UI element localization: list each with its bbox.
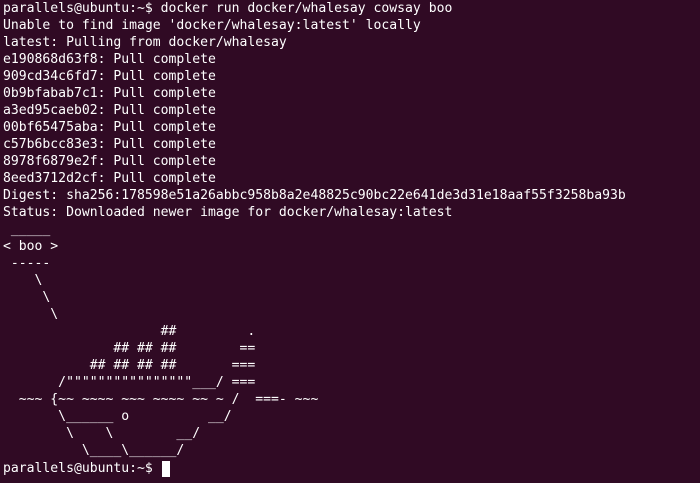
layer-pull-line: e190868d63f8: Pull complete xyxy=(3,52,216,67)
ascii-whale-line: \ \ __/ xyxy=(3,426,201,441)
layer-pull-line: 909cd34c6fd7: Pull complete xyxy=(3,69,216,84)
layer-pull-line: 8eed3712d2cf: Pull complete xyxy=(3,171,216,186)
cowsay-bubble-bottom: ----- xyxy=(3,256,51,271)
ascii-art-line: \ xyxy=(3,290,51,305)
digest-line: Digest: sha256:178598e51a26abbc958b8a2e4… xyxy=(3,188,626,203)
terminal-window[interactable]: parallels@ubuntu:~$ docker run docker/wh… xyxy=(0,0,700,483)
prompt-line[interactable]: parallels@ubuntu:~$ xyxy=(3,460,170,478)
layer-pull-line: a3ed95caeb02: Pull complete xyxy=(3,103,216,118)
output-line: Unable to find image 'docker/whalesay:la… xyxy=(3,18,421,33)
cowsay-bubble-top: _____ xyxy=(3,222,51,237)
ascii-whale-line: ~~~ {~~ ~~~~ ~~~ ~~~~ ~~ ~ / ===- ~~~ xyxy=(3,392,319,407)
ascii-whale-line: /""""""""""""""""___/ === xyxy=(3,375,256,390)
ascii-whale-line: ## . xyxy=(3,324,256,339)
output-line: latest: Pulling from docker/whalesay xyxy=(3,35,287,50)
layer-pull-line: 8978f6879e2f: Pull complete xyxy=(3,154,216,169)
ascii-art-line: \ xyxy=(3,273,43,288)
command-line: parallels@ubuntu:~$ docker run docker/wh… xyxy=(3,1,453,16)
ascii-whale-line: ## ## ## == xyxy=(3,341,256,356)
layer-pull-line: c57b6bcc83e3: Pull complete xyxy=(3,137,216,152)
status-line: Status: Downloaded newer image for docke… xyxy=(3,205,453,220)
terminal-output: parallels@ubuntu:~$ docker run docker/wh… xyxy=(3,0,698,459)
layer-pull-line: 00bf65475aba: Pull complete xyxy=(3,120,216,135)
shell-prompt: parallels@ubuntu:~$ xyxy=(3,461,161,476)
ascii-whale-line: ## ## ## ## === xyxy=(3,358,256,373)
text-cursor[interactable] xyxy=(161,461,170,477)
ascii-art-line: \ xyxy=(3,307,59,322)
layer-pull-line: 0b9bfabab7c1: Pull complete xyxy=(3,86,216,101)
ascii-whale-line: \______ o __/ xyxy=(3,409,232,424)
ascii-whale-line: \____\______/ xyxy=(3,443,185,458)
cowsay-bubble-text: < boo > xyxy=(3,239,59,254)
